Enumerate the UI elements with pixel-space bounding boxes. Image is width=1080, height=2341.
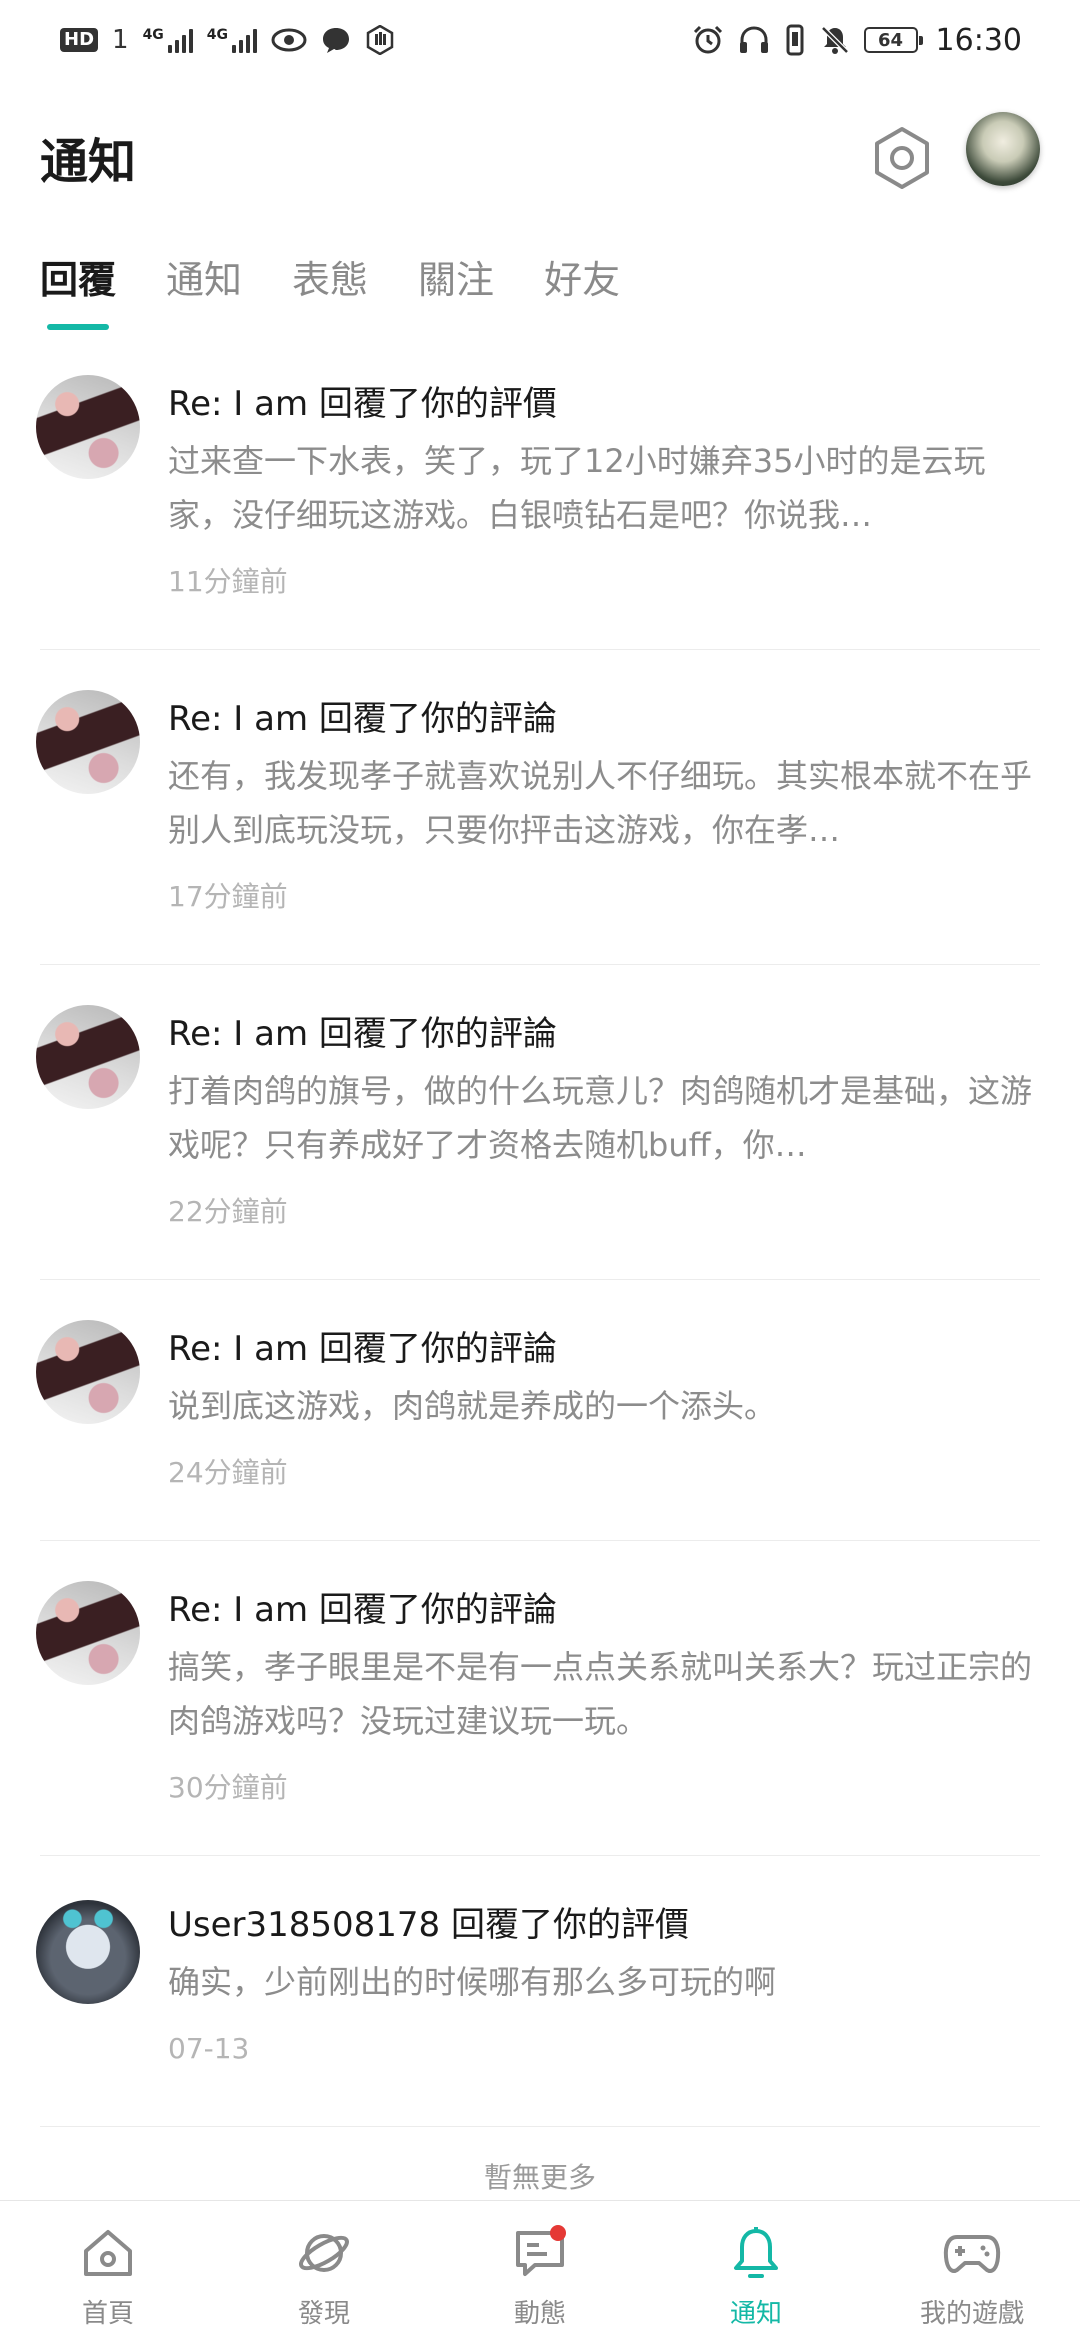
signal-4g-icon: 4G (207, 27, 258, 53)
notification-body: 搞笑，孝子眼里是不是有一点点关系就叫关系大？玩过正宗的肉鸽游戏吗？没玩过建议玩一… (168, 1648, 1033, 1740)
notification-title: Re: I am 回覆了你的評論 (168, 1014, 557, 1054)
nav-label: 發現 (297, 2299, 350, 2329)
tab-follows[interactable]: 關注 (418, 250, 494, 330)
notification-content: Re: I am 回覆了你的評論 还有，我发现孝子就喜欢说别人不仔细玩。其实根本… (168, 650, 1040, 917)
notification-content: User318508178 回覆了你的評價 确实，少前刚出的时候哪有那么多可玩的… (168, 1856, 1040, 2069)
nav-home[interactable]: 首頁 (0, 2201, 216, 2341)
hd-icon: HD (60, 28, 99, 52)
notification-time: 30分鐘前 (168, 1771, 288, 1804)
notification-content: Re: I am 回覆了你的評論 说到底这游戏，肉鸽就是养成的一个添头。 24分… (168, 1280, 1040, 1493)
notification-title: User318508178 回覆了你的評價 (168, 1905, 689, 1945)
alarm-icon (692, 24, 724, 56)
notification-title: Re: I am 回覆了你的評價 (168, 384, 557, 424)
avatar[interactable] (36, 1581, 140, 1685)
notification-tabs: 回覆 通知 表態 關注 好友 (40, 250, 670, 330)
settings-button[interactable] (872, 124, 932, 192)
avatar[interactable] (36, 690, 140, 794)
signal-4g-icon: 4G (143, 27, 193, 53)
notification-item[interactable]: User318508178 回覆了你的評價 确实，少前刚出的时候哪有那么多可玩的… (36, 1856, 1040, 2127)
avatar[interactable] (36, 1005, 140, 1109)
sim-1-icon: 1 (112, 25, 129, 55)
battery-indicator: 64 (863, 27, 923, 53)
notification-item[interactable]: Re: I am 回覆了你的評價 过来查一下水表，笑了，玩了12小时嫌弃35小时… (36, 335, 1040, 650)
nav-label: 動態 (513, 2299, 566, 2329)
notification-time: 11分鐘前 (168, 565, 288, 598)
notification-title: Re: I am 回覆了你的評論 (168, 1329, 557, 1369)
notification-item[interactable]: Re: I am 回覆了你的評論 还有，我发现孝子就喜欢说别人不仔细玩。其实根本… (36, 650, 1040, 965)
nav-my-games[interactable]: 我的遊戲 (864, 2201, 1080, 2341)
avatar[interactable] (36, 1900, 140, 2004)
avatar[interactable] (36, 375, 140, 479)
notification-content: Re: I am 回覆了你的評價 过来查一下水表，笑了，玩了12小时嫌弃35小时… (168, 335, 1040, 602)
clock-time: 16:30 (935, 22, 1022, 58)
nav-activity[interactable]: 動態 (432, 2201, 648, 2341)
headphones-icon (738, 25, 770, 55)
nav-label: 我的遊戲 (919, 2299, 1024, 2329)
home-icon (78, 2223, 138, 2283)
tab-notices[interactable]: 通知 (166, 250, 242, 330)
eye-icon (271, 28, 307, 52)
notification-time: 17分鐘前 (168, 880, 288, 913)
notification-content: Re: I am 回覆了你的評論 搞笑，孝子眼里是不是有一点点关系就叫关系大？玩… (168, 1541, 1040, 1808)
notification-time: 07-13 (168, 2032, 250, 2065)
nav-label: 通知 (729, 2299, 782, 2329)
user-avatar[interactable] (966, 112, 1040, 186)
nav-notifications[interactable]: 通知 (648, 2201, 864, 2341)
notification-item[interactable]: Re: I am 回覆了你的評論 说到底这游戏，肉鸽就是养成的一个添头。 24分… (36, 1280, 1040, 1541)
tab-reactions[interactable]: 表態 (292, 250, 368, 330)
mute-icon (820, 25, 850, 55)
notification-body: 确实，少前刚出的时候哪有那么多可玩的啊 (168, 1963, 777, 2001)
notification-body: 还有，我发现孝子就喜欢说别人不仔细玩。其实根本就不在乎别人到底玩没玩，只要你抨击… (168, 757, 1033, 849)
notification-list: Re: I am 回覆了你的評價 过来查一下水表，笑了，玩了12小时嫌弃35小时… (0, 335, 1080, 2127)
page-header: 通知 (0, 108, 1080, 208)
chat-bubble-icon (321, 26, 351, 54)
status-right: 64 16:30 (692, 23, 1022, 58)
tab-friends[interactable]: 好友 (544, 250, 620, 330)
unread-badge (550, 2225, 566, 2241)
list-end-label: 暫無更多 (483, 2161, 596, 2194)
nav-label: 首頁 (81, 2299, 134, 2329)
notification-body: 说到底这游戏，肉鸽就是养成的一个添头。 (168, 1387, 777, 1425)
bottom-nav: 首頁 發現 動態 通知 我的遊戲 (0, 2200, 1080, 2341)
notification-title: Re: I am 回覆了你的評論 (168, 699, 557, 739)
notification-content: Re: I am 回覆了你的評論 打着肉鸽的旗号，做的什么玩意儿？肉鸽随机才是基… (168, 965, 1040, 1232)
page-title: 通知 (40, 134, 137, 190)
message-icon (510, 2223, 570, 2283)
notification-time: 22分鐘前 (168, 1195, 288, 1228)
notification-item[interactable]: Re: I am 回覆了你的評論 搞笑，孝子眼里是不是有一点点关系就叫关系大？玩… (36, 1541, 1040, 1856)
bell-icon (726, 2223, 786, 2283)
planet-icon (294, 2223, 354, 2283)
notification-title: Re: I am 回覆了你的評論 (168, 1590, 557, 1630)
notification-body: 打着肉鸽的旗号，做的什么玩意儿？肉鸽随机才是基础，这游戏呢？只有养成好了才资格去… (168, 1072, 1033, 1164)
notification-body: 过来查一下水表，笑了，玩了12小时嫌弃35小时的是云玩家，没仔细玩这游戏。白银喷… (168, 442, 986, 534)
status-bar: HD 1 4G 4G 64 16:30 (0, 0, 1080, 80)
nav-discover[interactable]: 發現 (216, 2201, 432, 2341)
tab-replies[interactable]: 回覆 (40, 250, 116, 330)
gamepad-icon (942, 2223, 1002, 2283)
status-left: HD 1 4G 4G (60, 25, 395, 55)
settings-hexagon-icon (875, 127, 929, 189)
hand-icon (365, 25, 395, 55)
notification-time: 24分鐘前 (168, 1456, 288, 1489)
vibrate-icon (784, 24, 806, 56)
avatar[interactable] (36, 1320, 140, 1424)
notification-item[interactable]: Re: I am 回覆了你的評論 打着肉鸽的旗号，做的什么玩意儿？肉鸽随机才是基… (36, 965, 1040, 1280)
